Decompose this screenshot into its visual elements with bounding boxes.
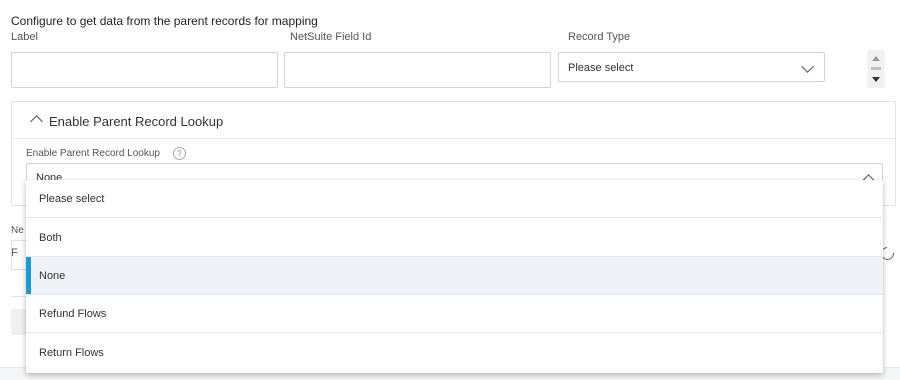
- partial-field-label: Ne: [11, 225, 24, 236]
- option-refund-flows[interactable]: Refund Flows: [26, 295, 883, 333]
- lookup-field-label: Enable Parent Record Lookup: [26, 148, 160, 159]
- option-label: Please select: [39, 193, 105, 205]
- panel-title[interactable]: Enable Parent Record Lookup: [49, 114, 223, 129]
- label-input[interactable]: [11, 52, 278, 88]
- record-type-label: Record Type: [568, 31, 631, 43]
- option-return-flows[interactable]: Return Flows: [26, 334, 883, 372]
- option-label: Return Flows: [39, 347, 104, 359]
- scroll-up-icon[interactable]: [872, 56, 880, 61]
- scroll-down-icon[interactable]: [872, 77, 880, 82]
- lookup-dropdown-menu: Please select Both None Refund Flows Ret…: [26, 180, 883, 373]
- record-type-select[interactable]: Please select: [558, 52, 825, 82]
- record-type-value: Please select: [568, 62, 634, 74]
- option-please-select[interactable]: Please select: [26, 180, 883, 218]
- option-label: Refund Flows: [39, 308, 107, 320]
- scrollbar[interactable]: [867, 50, 885, 88]
- partial-button[interactable]: [11, 309, 26, 335]
- partial-input[interactable]: [11, 240, 26, 270]
- netsuite-field-id-label: NetSuite Field Id: [290, 31, 372, 43]
- netsuite-field-id-input[interactable]: [284, 52, 551, 88]
- label-field-label: Label: [11, 31, 38, 43]
- option-both[interactable]: Both: [26, 219, 883, 257]
- scroll-thumb[interactable]: [871, 67, 881, 70]
- divider: [11, 296, 26, 297]
- option-none[interactable]: None: [26, 257, 883, 295]
- panel-header[interactable]: Enable Parent Record Lookup: [12, 102, 895, 139]
- option-label: Both: [39, 232, 62, 244]
- chevron-up-icon[interactable]: [30, 115, 43, 128]
- help-icon[interactable]: ?: [173, 147, 186, 160]
- option-label: None: [39, 270, 66, 282]
- chevron-down-icon: [801, 60, 814, 73]
- section-heading: Configure to get data from the parent re…: [11, 14, 318, 28]
